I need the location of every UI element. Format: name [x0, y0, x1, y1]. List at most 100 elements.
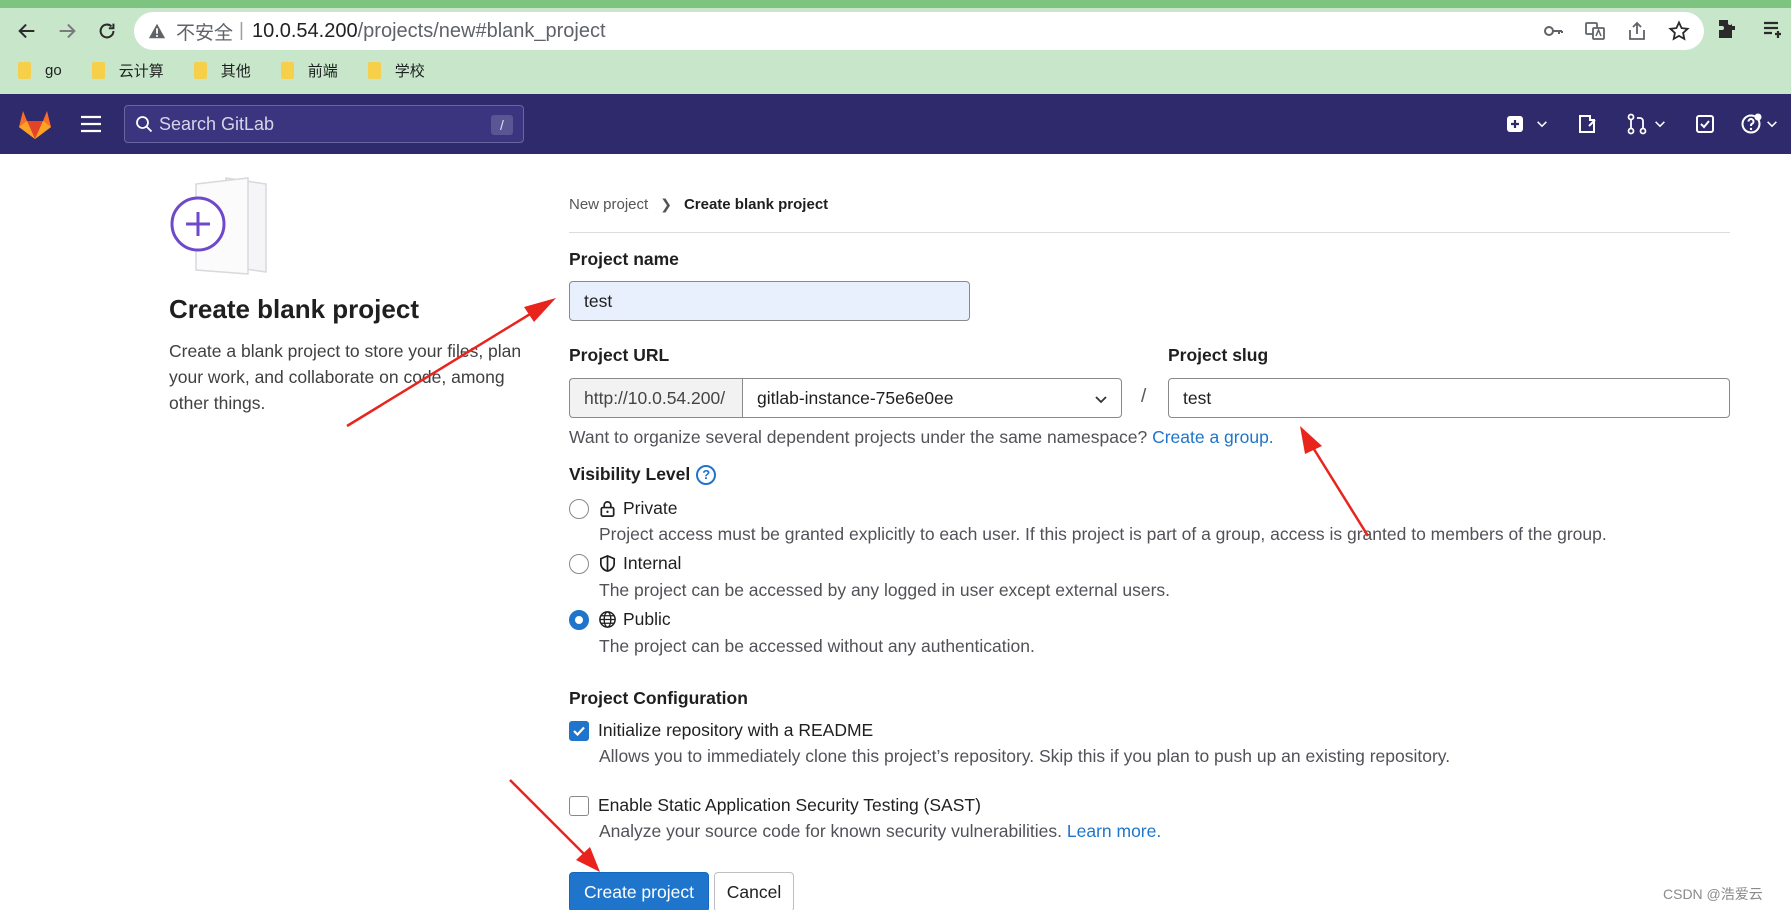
create-group-link[interactable]: Create a group. [1152, 427, 1274, 447]
watermark: CSDN @浩爱云 [1663, 886, 1763, 902]
folder-icon [280, 62, 294, 79]
visibility-desc-public: The project can be accessed without any … [599, 636, 1035, 656]
translate-icon[interactable] [1584, 20, 1606, 42]
project-configuration-label: Project Configuration [569, 688, 748, 708]
arrow-left-icon [18, 23, 35, 39]
project-url-prefix: http://10.0.54.200/ [569, 378, 743, 418]
reading-list-icon[interactable] [1760, 16, 1786, 42]
search-placeholder: Search GitLab [159, 113, 275, 134]
annotation-arrowhead-name [524, 298, 556, 322]
folder-icon [193, 62, 207, 79]
back-button[interactable] [10, 14, 44, 48]
radio-public[interactable] [569, 610, 589, 630]
issues-icon [1579, 115, 1596, 133]
breadcrumb-current: Create blank project [683, 196, 829, 213]
divider [569, 232, 1730, 233]
radio-private[interactable] [569, 499, 589, 519]
tab-strip [0, 0, 1791, 8]
key-icon[interactable] [1542, 20, 1564, 42]
forward-button[interactable] [50, 14, 84, 48]
visibility-level-label: Visibility Level ? [569, 464, 717, 485]
annotation-arrow-slug-line [1310, 445, 1370, 537]
namespace-select[interactable]: gitlab-instance-75e6e0ee [742, 378, 1122, 418]
arrow-right-icon [59, 23, 76, 39]
search-input[interactable]: Search GitLab / [124, 105, 524, 143]
url-host: 10.0.54.200 [251, 19, 358, 42]
browser-chrome: 不安全 | 10.0.54.200 /projects/new#blank_pr… [0, 0, 1791, 94]
bookmark-folder[interactable]: go [18, 60, 62, 81]
url-path: /projects/new#blank_project [357, 19, 606, 42]
readme-label: Initialize repository with a README [598, 720, 874, 740]
chevron-down-icon [1767, 121, 1777, 128]
intro-description: Create a blank project to store your fil… [169, 341, 522, 413]
share-icon[interactable] [1626, 20, 1648, 42]
search-icon [136, 116, 153, 133]
question-icon[interactable]: ? [696, 464, 717, 485]
bookmark-folder[interactable]: 其他 [193, 60, 251, 81]
create-project-button[interactable]: Create project [569, 872, 709, 910]
reload-icon [99, 23, 115, 39]
reload-button[interactable] [90, 14, 124, 48]
gitlab-top-bar: Search GitLab / [0, 94, 1791, 154]
namespace-value: gitlab-instance-75e6e0ee [757, 387, 954, 408]
readme-description: Allows you to immediately clone this pro… [599, 746, 1451, 766]
cancel-button[interactable]: Cancel [714, 872, 794, 910]
help-dropdown[interactable] [1740, 108, 1780, 140]
project-slug-label: Project slug [1168, 345, 1269, 365]
shield-icon [599, 554, 616, 572]
help-icon [1741, 113, 1762, 134]
plus-square-icon [1507, 116, 1523, 132]
hamburger-menu-icon[interactable] [78, 111, 104, 137]
todo-check-icon [1696, 115, 1714, 133]
bookmark-folder[interactable]: 前端 [280, 60, 338, 81]
annotation-arrowhead-create [576, 847, 600, 872]
project-name-label: Project name [569, 249, 679, 269]
check-icon [573, 726, 585, 737]
visibility-desc-private: Project access must be granted explicitl… [599, 524, 1607, 544]
radio-internal[interactable] [569, 554, 589, 574]
visibility-desc-internal: The project can be accessed by any logge… [599, 580, 1171, 600]
chevron-right-icon: ❯ [660, 196, 672, 212]
visibility-option-public: Public [598, 609, 671, 630]
intro-title: Create blank project [169, 294, 419, 324]
globe-icon [599, 611, 616, 628]
folder-icon [18, 62, 31, 79]
visibility-option-internal: Internal [598, 553, 681, 574]
annotation-arrow-create-line [509, 779, 587, 857]
sast-checkbox[interactable] [569, 796, 589, 816]
extensions-icon[interactable] [1714, 16, 1740, 42]
folder-icon [367, 62, 381, 79]
learn-more-link[interactable]: Learn more. [1067, 821, 1161, 841]
insecure-label: 不安全 [176, 22, 234, 44]
issues-button[interactable] [1576, 108, 1598, 140]
group-help-text: Want to organize several dependent proje… [569, 427, 1274, 447]
folder-icon [91, 62, 105, 79]
chevron-down-icon [1095, 396, 1107, 404]
project-slug-input[interactable]: test [1168, 378, 1730, 418]
gitlab-logo-icon[interactable] [18, 108, 52, 140]
bookmark-folder[interactable]: 学校 [367, 60, 425, 81]
merge-requests-dropdown[interactable] [1626, 108, 1668, 140]
readme-checkbox[interactable] [569, 721, 589, 741]
breadcrumb-new-project[interactable]: New project [569, 196, 648, 213]
new-dropdown[interactable] [1504, 108, 1550, 140]
address-bar[interactable]: 不安全 | 10.0.54.200 /projects/new#blank_pr… [134, 12, 1704, 50]
todos-button[interactable] [1694, 108, 1716, 140]
url-slash: / [1141, 386, 1147, 407]
breadcrumb: New project ❯ Create blank project [569, 196, 828, 213]
annotation-arrowhead-slug [1300, 426, 1322, 454]
chevron-down-icon [1655, 121, 1665, 128]
visibility-option-private: Private [598, 498, 677, 519]
merge-request-icon [1627, 113, 1647, 135]
sast-description: Analyze your source code for known secur… [599, 821, 1162, 841]
star-icon[interactable] [1668, 20, 1690, 42]
bookmark-folder[interactable]: 云计算 [91, 60, 164, 81]
warning-icon [148, 23, 166, 39]
project-url-label: Project URL [569, 345, 670, 365]
lock-icon [600, 501, 615, 517]
search-shortcut-badge: / [491, 115, 513, 135]
url-separator: | [239, 20, 244, 41]
bookmarks-bar: go 云计算 其他 前端 学校 [18, 60, 425, 81]
project-name-input[interactable]: test [569, 281, 970, 321]
sast-label: Enable Static Application Security Testi… [598, 795, 981, 815]
